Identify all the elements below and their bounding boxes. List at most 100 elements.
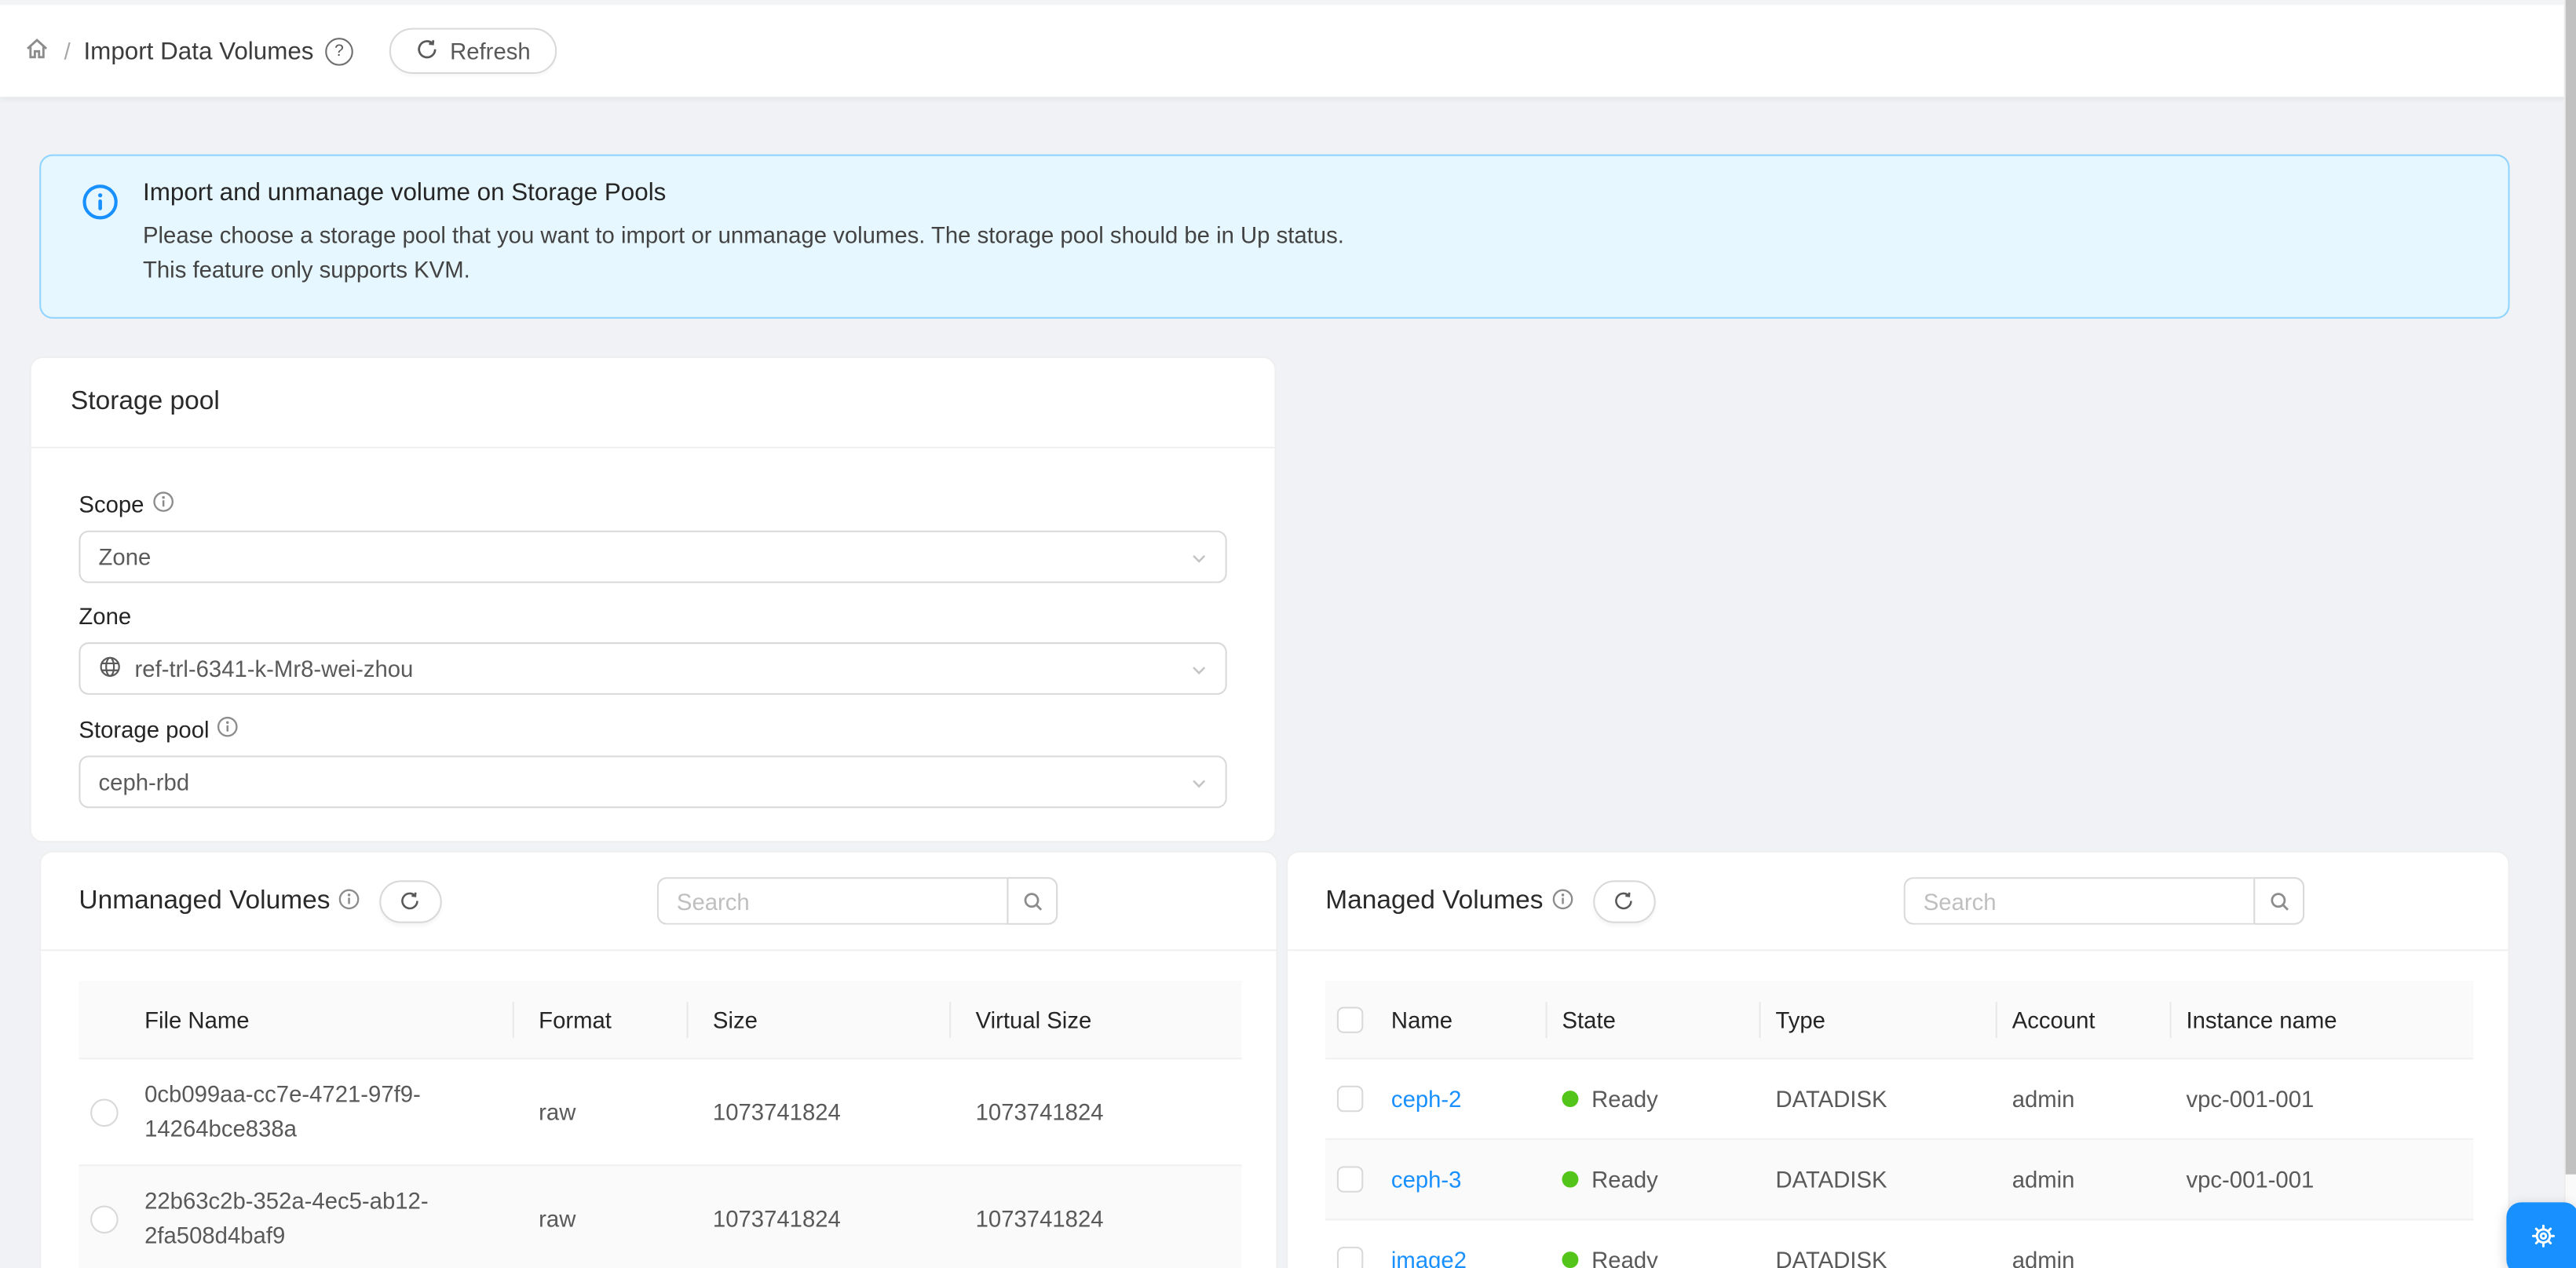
table-row[interactable]: image2 Ready DATADISK admin [1325,1220,2473,1268]
info-icon [1551,889,1573,915]
alert-description-line1: Please choose a storage pool that you wa… [143,218,2483,253]
settings-fab-button[interactable] [2506,1202,2576,1268]
table-row[interactable]: ceph-3 Ready DATADISK admin vpc-001-001 [1325,1140,2473,1221]
row-radio[interactable] [90,1098,118,1127]
column-header: Format [513,981,687,1058]
account-cell: admin [1996,1059,2170,1138]
alert-title: Import and unmanage volume on Storage Po… [143,179,2483,207]
managed-volumes-header: Managed Volumes [1288,853,2508,952]
unmanaged-search [657,877,1058,925]
info-icon [152,491,174,517]
column-header: Name [1375,981,1546,1058]
file-name-cell: 22b63c2b-352a-4ec5-ab12- 2fa508d4baf9 [128,1166,513,1268]
storage-pool-card-title: Storage pool [71,388,220,418]
managed-search-input[interactable] [1904,877,2254,925]
unmanaged-search-input[interactable] [657,877,1007,925]
table-row[interactable]: 22b63c2b-352a-4ec5-ab12- 2fa508d4baf9 ra… [79,1166,1241,1268]
volume-name-link[interactable]: ceph-2 [1391,1086,1462,1112]
storage-pool-card-header: Storage pool [31,358,1275,448]
storage-pool-form: Scope Zone Zone [31,448,1275,808]
managed-volumes-table: Name State Type Account Instance name ce… [1325,981,2473,1268]
table-row[interactable]: ceph-2 Ready DATADISK admin vpc-001-001 [1325,1059,2473,1140]
state-cell: Ready [1546,1059,1759,1138]
storage-pool-card: Storage pool Scope Zone [30,356,1277,842]
unmanaged-table-header-row: File Name Format Size Virtual Size [79,981,1241,1059]
format-cell: raw [513,1059,687,1164]
home-icon[interactable] [23,35,51,68]
globe-icon [99,656,122,684]
managed-volumes-card: Managed Volumes [1286,851,2510,1268]
alert-description-line2: This feature only supports KVM. [143,253,2483,287]
instance-cell: vpc-001-001 [2170,1140,2474,1219]
volume-name-link[interactable]: image2 [1391,1247,1467,1268]
column-header: Account [1996,981,2170,1058]
state-cell: Ready [1546,1140,1759,1219]
info-alert: Import and unmanage volume on Storage Po… [39,155,2509,319]
radio-column-header [79,981,128,1058]
search-icon[interactable] [1007,877,1058,925]
app-header: / Import Data Volumes ? Refresh [0,0,2576,97]
scrollbar-track[interactable] [2564,0,2576,1268]
search-icon[interactable] [2253,877,2304,925]
state-cell: Ready [1546,1220,1759,1268]
gear-icon [2529,1222,2557,1255]
scrollbar-thumb[interactable] [2566,0,2576,1175]
unmanaged-refresh-button[interactable] [379,879,441,922]
column-header: Type [1759,981,1996,1058]
type-cell: DATADISK [1759,1059,1996,1138]
unmanaged-volumes-header: Unmanaged Volumes [41,853,1276,952]
virtual-size-cell: 1073741824 [949,1166,1245,1268]
instance-cell [2170,1220,2474,1268]
chevron-down-icon [1189,772,1209,798]
file-name-cell: 0cb099aa-cc7e-4721-97f9- 14264bce838a [128,1059,513,1164]
chevron-down-icon [1189,659,1209,685]
info-circle-icon [82,184,119,225]
row-checkbox[interactable] [1337,1086,1363,1112]
ready-status-dot [1562,1171,1578,1188]
unmanaged-volumes-title: Unmanaged Volumes [79,886,330,916]
refresh-label: Refresh [450,38,531,64]
virtual-size-cell: 1073741824 [949,1059,1245,1164]
scope-label: Scope [79,489,1226,517]
managed-refresh-button[interactable] [1592,879,1654,922]
refresh-button[interactable]: Refresh [389,28,557,75]
help-icon[interactable]: ? [325,37,353,65]
column-header: Instance name [2170,981,2474,1058]
size-cell: 1073741824 [686,1059,949,1164]
row-radio[interactable] [90,1204,118,1233]
format-cell: raw [513,1166,687,1268]
storage-pool-select[interactable]: ceph-rbd [79,755,1226,808]
zone-label: Zone [79,603,1226,629]
managed-volumes-title: Managed Volumes [1325,886,1543,916]
row-checkbox[interactable] [1337,1166,1363,1192]
breadcrumb-separator: / [64,38,71,64]
scope-select[interactable]: Zone [79,531,1226,583]
managed-search [1904,877,2304,925]
row-checkbox[interactable] [1337,1247,1363,1268]
column-header: Size [686,981,949,1058]
zone-select[interactable]: ref-trl-6341-k-Mr8-wei-zhou [79,642,1226,695]
type-cell: DATADISK [1759,1220,1996,1268]
ready-status-dot [1562,1252,1578,1268]
table-row[interactable]: 0cb099aa-cc7e-4721-97f9- 14264bce838a ra… [79,1059,1241,1166]
page-title: Import Data Volumes [83,37,313,65]
column-header: File Name [128,981,513,1058]
info-icon [217,716,239,742]
ready-status-dot [1562,1091,1578,1107]
account-cell: admin [1996,1220,2170,1268]
storage-pool-label: Storage pool [79,714,1226,743]
column-header: State [1546,981,1759,1058]
instance-cell: vpc-001-001 [2170,1059,2474,1138]
reload-icon [415,37,438,65]
info-icon [338,889,360,915]
select-all-checkbox[interactable] [1337,1006,1363,1032]
type-cell: DATADISK [1759,1140,1996,1219]
account-cell: admin [1996,1140,2170,1219]
page: / Import Data Volumes ? Refresh Import a… [0,0,2576,1268]
unmanaged-volumes-table: File Name Format Size Virtual Size 0cb09… [79,981,1241,1268]
size-cell: 1073741824 [686,1166,949,1268]
unmanaged-volumes-card: Unmanaged Volumes [39,851,1277,1268]
chevron-down-icon [1189,547,1209,573]
column-header: Virtual Size [949,981,1245,1058]
volume-name-link[interactable]: ceph-3 [1391,1166,1462,1192]
